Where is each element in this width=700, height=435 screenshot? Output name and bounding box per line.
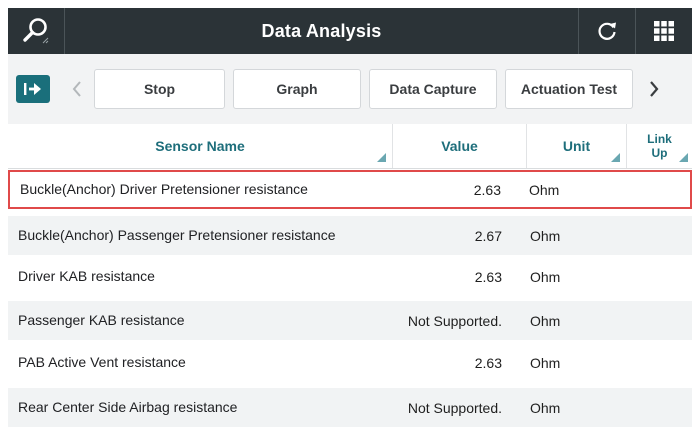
sensor-value: 2.63 bbox=[473, 181, 501, 198]
sensor-unit: Ohm bbox=[530, 312, 561, 329]
table-row[interactable]: Buckle(Anchor) Passenger Pretensioner re… bbox=[8, 216, 692, 255]
sort-indicator-icon bbox=[679, 153, 688, 162]
table-row[interactable]: Passenger KAB resistance Not Supported. … bbox=[8, 301, 692, 340]
sensor-unit: Ohm bbox=[530, 227, 561, 244]
sensor-value: 2.63 bbox=[474, 268, 502, 285]
graph-button[interactable]: Graph bbox=[233, 69, 361, 109]
sensor-name: Passenger KAB resistance bbox=[18, 312, 185, 328]
stop-button[interactable]: Stop bbox=[94, 69, 225, 109]
sensor-value: Not Supported. bbox=[407, 399, 502, 416]
sensor-name: Buckle(Anchor) Passenger Pretensioner re… bbox=[18, 227, 336, 243]
sensor-name: PAB Active Vent resistance bbox=[18, 354, 186, 370]
column-header-label: Unit bbox=[562, 138, 591, 154]
sort-indicator-icon bbox=[611, 153, 620, 162]
chevron-right-icon bbox=[650, 81, 659, 97]
grid-menu-button[interactable] bbox=[635, 8, 692, 54]
chevron-left-icon bbox=[72, 81, 81, 97]
exit-button[interactable] bbox=[16, 75, 50, 103]
grid-menu-icon bbox=[654, 21, 674, 41]
toolbar: Stop Graph Data Capture Actuation Test bbox=[8, 54, 692, 124]
sensor-value: 2.63 bbox=[474, 354, 502, 371]
sensor-name: Buckle(Anchor) Driver Pretensioner resis… bbox=[20, 181, 308, 197]
column-header-label: Sensor Name bbox=[155, 138, 245, 154]
table-row[interactable]: Buckle(Anchor) Driver Pretensioner resis… bbox=[8, 170, 692, 209]
title-bar: Data Analysis bbox=[8, 8, 692, 54]
exit-icon bbox=[24, 83, 41, 95]
page-title: Data Analysis bbox=[261, 20, 382, 41]
scroll-left-button[interactable] bbox=[60, 69, 94, 109]
sort-indicator-icon bbox=[377, 153, 386, 162]
column-header-sensor-name[interactable]: Sensor Name bbox=[8, 124, 392, 168]
sensor-name: Driver KAB resistance bbox=[18, 268, 155, 284]
column-header-label: Value bbox=[441, 138, 478, 154]
table-row[interactable]: PAB Active Vent resistance 2.63 Ohm bbox=[8, 343, 692, 382]
table-row[interactable]: Rear Center Side Airbag resistance Not S… bbox=[8, 388, 692, 427]
scroll-right-button[interactable] bbox=[637, 69, 671, 109]
refresh-icon bbox=[598, 22, 616, 40]
sensor-value: Not Supported. bbox=[407, 312, 502, 329]
column-header-link-up[interactable]: Link Up bbox=[626, 124, 692, 168]
column-header-value[interactable]: Value bbox=[392, 124, 526, 168]
column-header-unit[interactable]: Unit bbox=[526, 124, 626, 168]
refresh-button[interactable] bbox=[578, 8, 635, 54]
sensor-unit: Ohm bbox=[530, 268, 561, 285]
search-icon bbox=[23, 18, 49, 44]
sensor-unit: Ohm bbox=[530, 354, 561, 371]
table-header: Sensor Name Value Unit Link Up bbox=[8, 124, 692, 169]
app-window: Data Analysis Stop Graph Data Capture Ac… bbox=[0, 0, 700, 435]
sensor-name: Rear Center Side Airbag resistance bbox=[18, 399, 238, 415]
table-row[interactable]: Driver KAB resistance 2.63 Ohm bbox=[8, 257, 692, 296]
actuation-test-button[interactable]: Actuation Test bbox=[505, 69, 633, 109]
column-header-label: Up bbox=[651, 146, 668, 160]
sensor-value: 2.67 bbox=[474, 227, 502, 244]
column-header-label: Link bbox=[647, 132, 672, 146]
sensor-unit: Ohm bbox=[530, 399, 561, 416]
data-capture-button[interactable]: Data Capture bbox=[369, 69, 497, 109]
sensor-unit: Ohm bbox=[529, 181, 560, 198]
search-button[interactable] bbox=[8, 8, 65, 54]
